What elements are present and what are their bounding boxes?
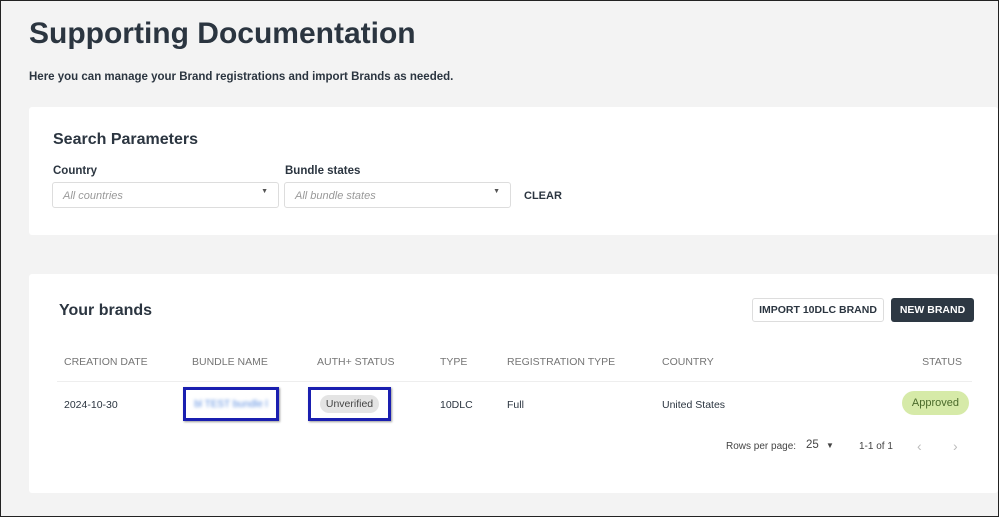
bundle-states-select[interactable]: All bundle states ▼ <box>284 182 511 208</box>
column-header-registration-type[interactable]: REGISTRATION TYPE <box>507 356 615 368</box>
column-header-creation-date[interactable]: CREATION DATE <box>64 356 148 368</box>
type-cell: 10DLC <box>440 399 473 411</box>
next-page-icon[interactable]: › <box>953 438 958 454</box>
caret-down-icon: ▼ <box>261 188 268 195</box>
column-header-status[interactable]: STATUS <box>922 356 962 368</box>
previous-page-icon[interactable]: ‹ <box>917 438 922 454</box>
page-title: Supporting Documentation <box>29 17 416 50</box>
rows-per-page-select[interactable]: 25 ▼ <box>806 439 834 451</box>
bundle-name-highlight: bl TEST bundle l <box>183 387 279 421</box>
search-parameters-card: Search Parameters Country All countries … <box>29 107 998 235</box>
column-header-type[interactable]: TYPE <box>440 356 467 368</box>
brands-heading: Your brands <box>59 302 153 319</box>
rows-per-page-value: 25 <box>806 439 819 451</box>
column-header-bundle-name[interactable]: BUNDLE NAME <box>192 356 268 368</box>
country-label: Country <box>53 165 98 177</box>
header-divider <box>57 381 972 382</box>
registration-type-cell: Full <box>507 399 524 411</box>
rows-per-page-label: Rows per page: <box>726 441 797 452</box>
search-heading: Search Parameters <box>53 131 198 148</box>
pagination-range: 1-1 of 1 <box>859 441 893 452</box>
caret-down-icon: ▼ <box>493 188 500 195</box>
column-header-auth-status[interactable]: AUTH+ STATUS <box>317 356 395 368</box>
caret-down-icon: ▼ <box>826 441 834 450</box>
page-subtitle: Here you can manage your Brand registrat… <box>29 71 454 83</box>
auth-status-highlight: Unverified <box>308 387 391 421</box>
import-10dlc-brand-button[interactable]: IMPORT 10DLC BRAND <box>752 298 884 322</box>
bundle-states-placeholder: All bundle states <box>295 190 376 202</box>
creation-date-cell: 2024-10-30 <box>64 399 118 411</box>
new-brand-button[interactable]: NEW BRAND <box>891 298 974 322</box>
brands-card: Your brands IMPORT 10DLC BRAND NEW BRAND… <box>29 274 998 493</box>
country-select[interactable]: All countries ▼ <box>52 182 279 208</box>
status-badge: Approved <box>901 391 969 415</box>
bundle-name-link[interactable]: bl TEST bundle l <box>194 399 268 410</box>
country-cell: United States <box>662 399 726 411</box>
auth-status-chip: Unverified <box>319 395 380 413</box>
bundle-states-label: Bundle states <box>285 165 361 177</box>
column-header-country[interactable]: COUNTRY <box>662 356 714 368</box>
country-placeholder: All countries <box>63 190 123 202</box>
clear-button[interactable]: CLEAR <box>524 190 562 202</box>
